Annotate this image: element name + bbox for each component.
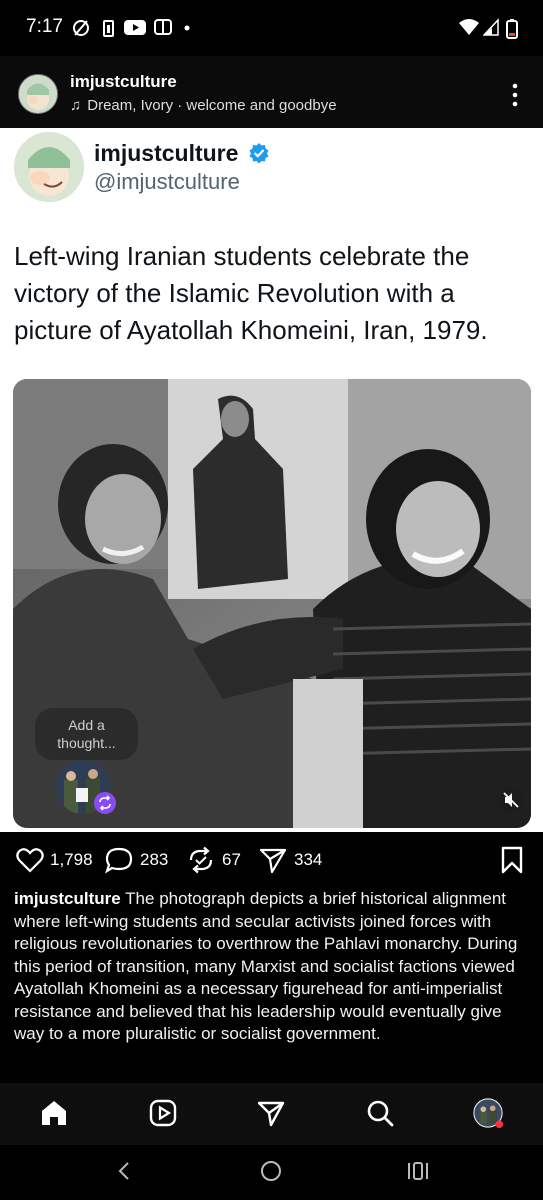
music-note-icon: ♫	[70, 97, 82, 114]
status-time: 7:17	[26, 16, 63, 37]
mute-icon	[503, 792, 519, 808]
heart-icon	[16, 848, 44, 873]
nav-search[interactable]	[364, 1097, 396, 1129]
tweet-display-name-text: imjustculture	[94, 140, 239, 166]
share-icon	[259, 848, 287, 874]
battery-icon	[506, 19, 518, 39]
alarm-off-icon	[73, 20, 89, 36]
system-nav	[0, 1145, 543, 1200]
comment-count: 283	[140, 850, 169, 869]
home-circle-icon[interactable]	[260, 1160, 282, 1182]
like-count: 1,798	[50, 850, 93, 869]
repost-action[interactable]: 67	[186, 846, 241, 874]
tweet-avatar-illustration	[14, 132, 84, 202]
tweet-text: Left-wing Iranian students celebrate the…	[14, 241, 488, 345]
wifi-icon	[459, 19, 479, 35]
recent-apps-icon[interactable]	[406, 1160, 430, 1182]
music-track: Dream, Ivory · welcome and goodbye	[87, 97, 337, 114]
youtube-icon	[124, 20, 146, 35]
repost-count: 67	[222, 850, 241, 869]
repost-badge-icon	[94, 792, 116, 814]
add-thought-label: Add a thought...	[57, 717, 116, 751]
comment-icon	[105, 847, 133, 874]
nav-send[interactable]	[255, 1097, 287, 1129]
more-options-icon[interactable]	[508, 82, 522, 108]
signal-icon	[483, 18, 499, 36]
reels-icon	[149, 1099, 177, 1127]
profile-avatar-icon	[473, 1098, 504, 1129]
search-icon	[367, 1100, 394, 1127]
share-count: 334	[294, 850, 323, 869]
music-line[interactable]: ♫ Dream, Ivory · welcome and goodbye	[70, 97, 337, 114]
caption-username[interactable]: imjustculture	[14, 889, 121, 908]
home-icon	[42, 1101, 66, 1125]
nav-profile[interactable]	[472, 1097, 504, 1129]
like-action[interactable]: 1,798	[16, 846, 93, 874]
back-icon[interactable]	[116, 1160, 132, 1182]
send-icon	[257, 1101, 285, 1127]
verified-badge-icon	[249, 143, 269, 164]
tweet-handle: @imjustculture	[94, 169, 240, 194]
caption-text: The photograph depicts a brief historica…	[14, 889, 518, 1043]
avatar[interactable]	[18, 74, 58, 114]
repost-icon	[189, 846, 213, 874]
battery-saver-icon	[103, 20, 114, 37]
more-notifications-dot-icon	[184, 25, 190, 31]
status-bar: 7:17	[0, 0, 543, 56]
add-thought-bubble[interactable]: Add a thought...	[35, 708, 138, 760]
post-header	[0, 56, 543, 128]
avatar-illustration	[19, 75, 57, 113]
tweet-display-name: imjustculture	[94, 140, 270, 167]
post-caption: imjustculture The photograph depicts a b…	[14, 888, 529, 1046]
share-action[interactable]: 334	[258, 846, 322, 874]
comment-action[interactable]: 283	[104, 846, 168, 874]
tweet-avatar	[14, 132, 84, 202]
mute-button[interactable]	[497, 786, 525, 814]
nav-home[interactable]	[38, 1097, 70, 1129]
notification-app-icon	[154, 19, 172, 35]
post-username[interactable]: imjustculture	[70, 72, 177, 92]
nav-reels[interactable]	[147, 1097, 179, 1129]
bookmark-icon[interactable]	[500, 846, 524, 874]
